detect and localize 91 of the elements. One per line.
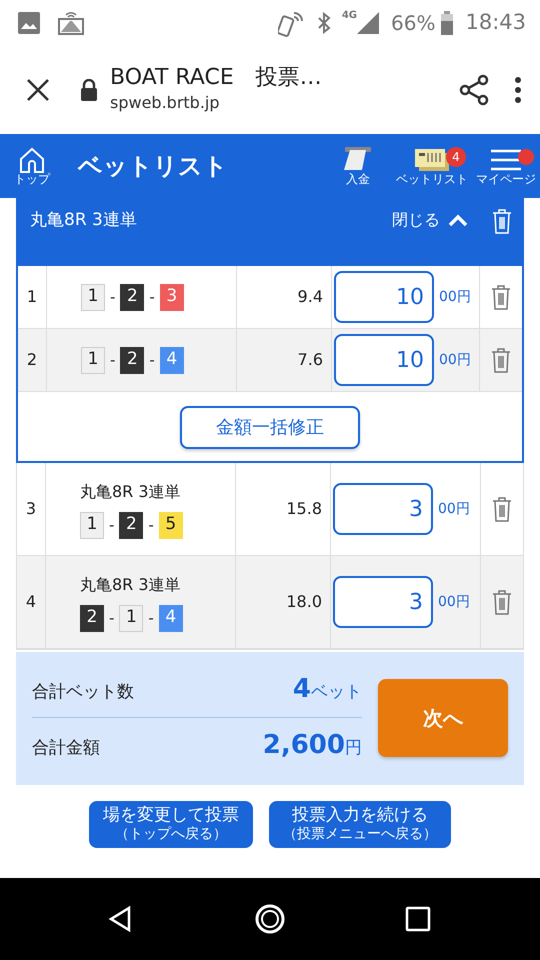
dash-mark: - [149,350,155,371]
collapse-toggle[interactable]: 閉じる [392,208,468,232]
boat-number: 1 [119,604,144,632]
amount-field[interactable]: 3 [333,483,433,535]
bluetooth-icon [316,11,332,35]
dash-mark: - [109,514,114,536]
boat-number: 1 [81,284,105,310]
unit-label: 00円 [438,500,470,518]
row-number: 3 [26,498,36,520]
delete-button[interactable] [491,284,511,310]
odds-value: 7.6 [298,349,323,371]
amount-field[interactable]: 10 [334,334,434,386]
clock: 18:43 [465,9,526,36]
summary-label: 合計ベット数 [32,681,134,704]
action-button[interactable]: 投票入力を続ける （投票メニューへ戻る） [269,801,451,848]
boat-number: 4 [160,346,184,374]
odds-value: 15.8 [286,498,322,520]
header-nav-button[interactable]: マイページ [476,147,536,185]
dash-mark: - [110,286,116,308]
dash-mark: - [148,514,154,536]
summary-value: 4 [292,674,311,704]
count-badge: 4 [446,147,466,167]
amount-field[interactable]: 3 [333,576,433,628]
dash-mark: - [110,350,116,371]
boat-number: 2 [120,284,144,310]
network-label: 4G [342,9,358,23]
delete-button[interactable] [492,589,512,615]
race-label: 丸亀8R 3連単 [80,574,181,596]
close-icon [26,78,50,102]
lock-icon [80,79,98,101]
header-nav-button[interactable]: ベットリスト 4 [396,147,468,185]
boat-number: 2 [80,604,104,632]
next-button[interactable]: 次へ [378,678,508,756]
summary-label: 合計金額 [32,737,100,760]
close-button[interactable] [26,78,50,102]
share-button[interactable] [458,74,490,106]
boat-number: 1 [81,346,105,374]
more-menu-button[interactable] [514,76,522,104]
boat-number: 5 [158,512,183,538]
unit-label: ベット [311,682,362,702]
boat-number: 3 [160,284,184,310]
battery-icon [441,11,454,35]
odds-value: 9.4 [298,286,323,308]
race-label: 丸亀8R 3連単 [80,480,181,502]
home-button[interactable]: トップ [14,147,50,185]
row-number: 4 [26,591,36,613]
trash-icon [492,496,512,522]
amount-field[interactable]: 10 [334,271,434,323]
dash-mark: - [148,608,154,629]
delete-group-button[interactable] [492,208,512,234]
gallery-icon [18,12,40,34]
boat-number: 2 [120,346,144,374]
cast-screen-icon [58,11,84,35]
row-number: 1 [26,286,38,308]
trash-icon [491,284,511,310]
home-icon [18,147,46,173]
signal-icon [357,12,380,34]
dash-mark: - [109,608,114,629]
boat-number: 1 [80,512,104,538]
odds-value: 18.0 [286,591,322,613]
unit-label: 00円 [439,288,471,306]
header-nav-button[interactable]: 入金 [328,147,388,185]
share-icon [458,74,490,106]
header-title: ベットリスト [78,151,229,182]
page-title: BOAT RACE 投票… [110,64,323,92]
url-text: spweb.brtb.jp [110,92,221,114]
battery-percent: 66% [391,10,436,37]
ticket-icon [415,147,449,173]
bulk-edit-button[interactable]: 金額一括修正 [180,406,360,449]
trash-icon [492,208,512,234]
action-button[interactable]: 場を変更して投票 （トップへ戻る） [89,801,253,848]
delete-button[interactable] [492,496,512,522]
dash-mark: - [149,286,155,308]
trash-icon [491,347,511,373]
unit-label: 00円 [438,592,470,612]
nfc-phone-icon [278,9,306,37]
boat-number: 2 [119,512,144,538]
home-circle-icon [255,904,285,934]
summary-value: 2,600 [262,730,345,760]
more-icon [514,76,522,104]
group-title: 丸亀8R 3連単 [30,209,138,232]
unit-label: 円 [345,738,362,758]
menu-icon [489,147,523,173]
unit-label: 00円 [439,350,471,370]
boat-number: 4 [158,604,183,632]
recents-icon [403,904,433,934]
trash-icon [492,589,512,615]
delete-button[interactable] [491,347,511,373]
recents-button[interactable] [403,904,433,934]
row-number: 2 [26,349,38,371]
home-nav-button[interactable] [255,904,285,934]
